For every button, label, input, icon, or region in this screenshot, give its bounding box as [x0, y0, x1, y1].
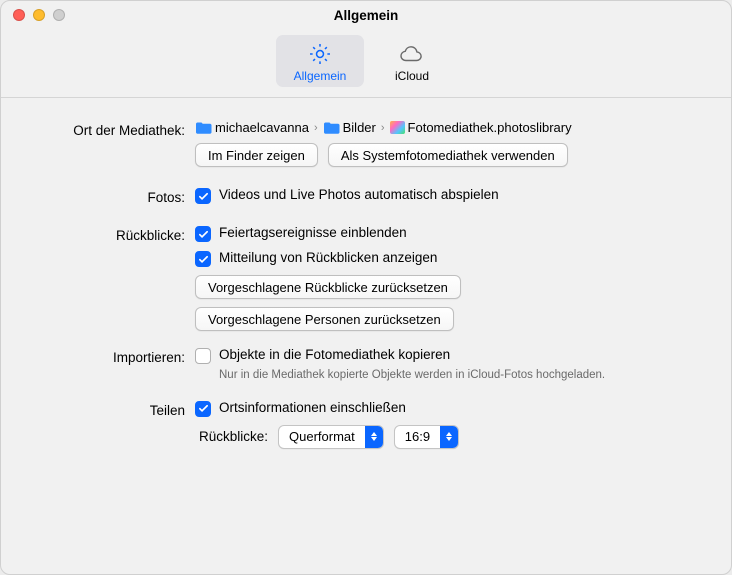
- holiday-events-checkbox-label: Feiertagsereignisse einblenden: [219, 225, 407, 240]
- tab-icloud[interactable]: iCloud: [368, 35, 456, 87]
- orientation-select[interactable]: Querformat: [278, 425, 384, 449]
- folder-icon: [323, 121, 340, 135]
- breadcrumb-seg-1[interactable]: michaelcavanna: [215, 120, 309, 135]
- holiday-events-checkbox[interactable]: [195, 226, 211, 242]
- copy-to-library-hint: Nur in die Mediathek kopierte Objekte we…: [219, 368, 701, 384]
- library-location-label: Ort der Mediathek:: [31, 120, 195, 138]
- reset-suggested-people-button[interactable]: Vorgeschlagene Personen zurücksetzen: [195, 307, 454, 331]
- aspect-ratio-select[interactable]: 16:9: [394, 425, 459, 449]
- reset-suggested-memories-button[interactable]: Vorgeschlagene Rückblicke zurücksetzen: [195, 275, 461, 299]
- select-arrows-icon: [365, 426, 383, 448]
- preferences-window: Allgemein Allgemein iCloud Ort der Media…: [0, 0, 732, 575]
- share-label: Teilen: [31, 400, 195, 418]
- aspect-ratio-select-value: 16:9: [395, 429, 440, 444]
- orientation-select-value: Querformat: [279, 429, 365, 444]
- copy-to-library-checkbox[interactable]: [195, 348, 211, 364]
- chevron-right-icon: ›: [312, 122, 320, 134]
- autoplay-checkbox-label: Videos und Live Photos automatisch abspi…: [219, 187, 499, 202]
- preferences-tabbar: Allgemein iCloud: [1, 29, 731, 98]
- show-in-finder-button[interactable]: Im Finder zeigen: [195, 143, 318, 167]
- use-as-system-library-button[interactable]: Als Systemfotomediathek verwenden: [328, 143, 568, 167]
- breadcrumb-seg-3[interactable]: Fotomediathek.photoslibrary: [408, 120, 572, 135]
- tab-icloud-label: iCloud: [395, 69, 429, 83]
- library-path-breadcrumb: michaelcavanna › Bilder › Fotomediathek.…: [195, 120, 701, 135]
- photoslibrary-icon: [390, 121, 405, 134]
- memories-label: Rückblicke:: [31, 225, 195, 243]
- include-location-checkbox-label: Ortsinformationen einschließen: [219, 400, 406, 415]
- memories-notification-checkbox[interactable]: [195, 251, 211, 267]
- gear-icon: [306, 41, 334, 67]
- window-title: Allgemein: [1, 8, 731, 23]
- include-location-checkbox[interactable]: [195, 401, 211, 417]
- preferences-content: Ort der Mediathek: michaelcavanna › Bild…: [1, 98, 731, 574]
- titlebar: Allgemein: [1, 1, 731, 29]
- import-label: Importieren:: [31, 347, 195, 365]
- tab-general[interactable]: Allgemein: [276, 35, 364, 87]
- tab-general-label: Allgemein: [294, 69, 347, 83]
- copy-to-library-checkbox-label: Objekte in die Fotomediathek kopieren: [219, 347, 450, 362]
- breadcrumb-seg-2[interactable]: Bilder: [343, 120, 376, 135]
- chevron-right-icon: ›: [379, 122, 387, 134]
- select-arrows-icon: [440, 426, 458, 448]
- autoplay-checkbox[interactable]: [195, 188, 211, 204]
- cloud-icon: [398, 41, 426, 67]
- folder-icon: [195, 121, 212, 135]
- photos-label: Fotos:: [31, 187, 195, 205]
- memories-notification-checkbox-label: Mitteilung von Rückblicken anzeigen: [219, 250, 437, 265]
- memories-format-label: Rückblicke:: [199, 429, 268, 444]
